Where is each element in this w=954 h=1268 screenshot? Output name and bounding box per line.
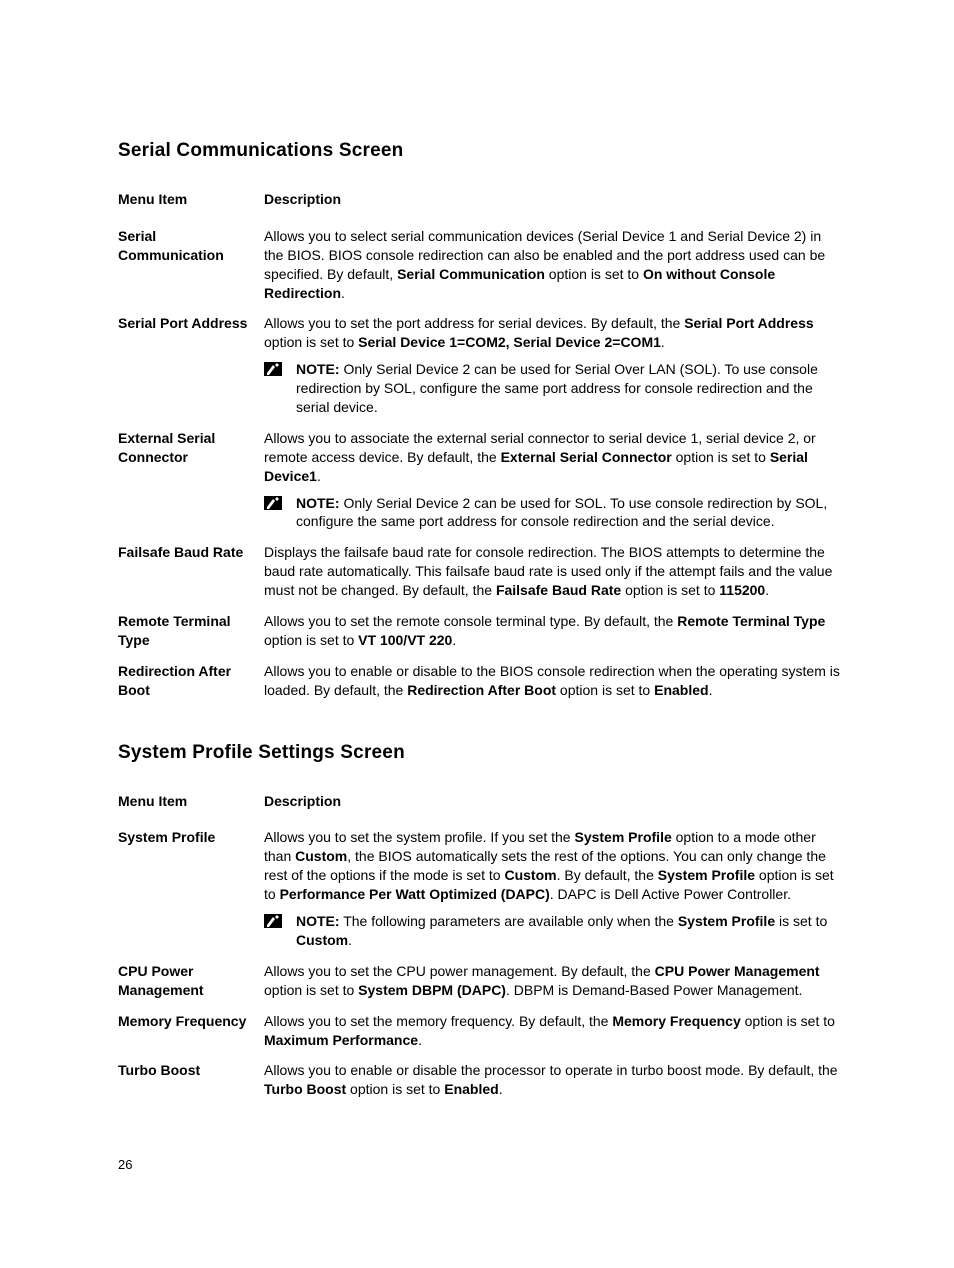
- section1-title: Serial Communications Screen: [118, 140, 841, 162]
- menu-item: Remote Terminal Type: [118, 606, 264, 656]
- table-row: Memory Frequency Allows you to set the m…: [118, 1006, 841, 1056]
- menu-item: Failsafe Baud Rate: [118, 537, 264, 606]
- description: Allows you to enable or disable the proc…: [264, 1055, 841, 1105]
- note-text: NOTE: The following parameters are avail…: [296, 912, 841, 950]
- description: Allows you to associate the external ser…: [264, 423, 841, 537]
- table-row: External Serial Connector Allows you to …: [118, 423, 841, 537]
- note-block: NOTE: Only Serial Device 2 can be used f…: [264, 494, 841, 532]
- menu-item: Serial Port Address: [118, 308, 264, 422]
- section2-title: System Profile Settings Screen: [118, 742, 841, 764]
- note-block: NOTE: Only Serial Device 2 can be used f…: [264, 360, 841, 417]
- section2-col1: Menu Item: [118, 792, 264, 823]
- page: Serial Communications Screen Menu Item D…: [0, 0, 954, 1268]
- menu-item: System Profile: [118, 822, 264, 955]
- table-row: CPU Power Management Allows you to set t…: [118, 956, 841, 1006]
- table-row: Remote Terminal Type Allows you to set t…: [118, 606, 841, 656]
- section1-col1: Menu Item: [118, 190, 264, 221]
- note-text: NOTE: Only Serial Device 2 can be used f…: [296, 360, 841, 417]
- section2-table: Menu Item Description System Profile All…: [118, 792, 841, 1106]
- description: Allows you to set the CPU power manageme…: [264, 956, 841, 1006]
- note-block: NOTE: The following parameters are avail…: [264, 912, 841, 950]
- table-row: Serial Port Address Allows you to set th…: [118, 308, 841, 422]
- note-icon: [264, 362, 282, 376]
- note-text: NOTE: Only Serial Device 2 can be used f…: [296, 494, 841, 532]
- page-number: 26: [118, 1157, 132, 1172]
- description: Allows you to enable or disable to the B…: [264, 656, 841, 706]
- menu-item: Turbo Boost: [118, 1055, 264, 1105]
- section1-table: Menu Item Description Serial Communicati…: [118, 190, 841, 706]
- description: Allows you to set the port address for s…: [264, 308, 841, 422]
- table-row: Serial Communication Allows you to selec…: [118, 221, 841, 309]
- table-row: System Profile Allows you to set the sys…: [118, 822, 841, 955]
- section1-col2: Description: [264, 190, 841, 221]
- menu-item: Redirection After Boot: [118, 656, 264, 706]
- table-row: Turbo Boost Allows you to enable or disa…: [118, 1055, 841, 1105]
- menu-item: External Serial Connector: [118, 423, 264, 537]
- table-row: Redirection After Boot Allows you to ena…: [118, 656, 841, 706]
- menu-item: CPU Power Management: [118, 956, 264, 1006]
- description: Allows you to set the memory frequency. …: [264, 1006, 841, 1056]
- description: Displays the failsafe baud rate for cons…: [264, 537, 841, 606]
- menu-item: Serial Communication: [118, 221, 264, 309]
- section2-col2: Description: [264, 792, 841, 823]
- description: Allows you to set the system profile. If…: [264, 822, 841, 955]
- table-row: Failsafe Baud Rate Displays the failsafe…: [118, 537, 841, 606]
- note-icon: [264, 914, 282, 928]
- description: Allows you to set the remote console ter…: [264, 606, 841, 656]
- note-icon: [264, 496, 282, 510]
- menu-item: Memory Frequency: [118, 1006, 264, 1056]
- description: Allows you to select serial communicatio…: [264, 221, 841, 309]
